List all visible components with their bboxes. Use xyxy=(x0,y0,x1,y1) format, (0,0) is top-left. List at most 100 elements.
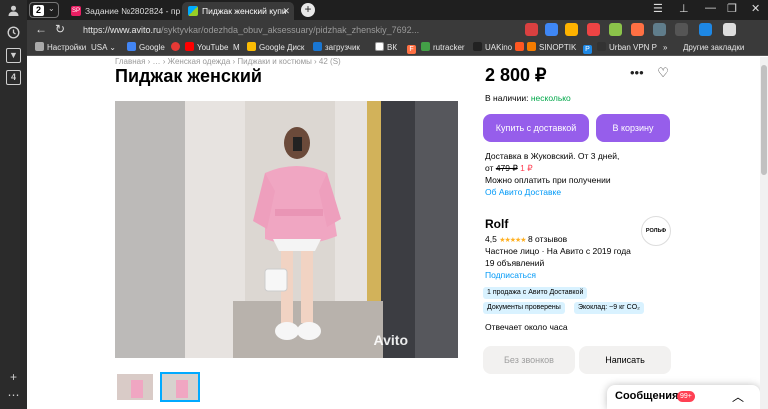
address-bar[interactable]: https://www.avito.ru/syktyvkar/odezhda_o… xyxy=(83,22,513,38)
history-icon[interactable] xyxy=(6,26,21,41)
bookmark-urban-vpn[interactable]: Urban VPN P xyxy=(597,42,657,54)
add-to-cart-button[interactable]: В корзину xyxy=(596,114,670,142)
extension-icon[interactable] xyxy=(587,23,600,36)
favorite-heart-icon[interactable]: ♡ xyxy=(657,65,669,80)
scrollbar-thumb[interactable] xyxy=(761,65,767,175)
bookmark-youtube[interactable]: YouTube xyxy=(185,42,228,54)
breadcrumb[interactable]: Главная › … › Женская одежда › Пиджаки и… xyxy=(115,57,341,66)
close-tab-icon[interactable]: ✕ xyxy=(282,2,290,20)
gear-icon xyxy=(35,42,44,51)
tab-avito[interactable]: Пиджак женский купи ✕ xyxy=(182,2,294,20)
seller-chip: Документы проверены xyxy=(483,302,565,314)
reviews-link[interactable]: 8 отзывов xyxy=(528,234,567,244)
bookmark-p[interactable]: P xyxy=(583,42,595,54)
drive-icon xyxy=(247,42,256,51)
extension-icon[interactable] xyxy=(675,23,688,36)
bookmark-f[interactable]: F xyxy=(407,42,419,54)
url-path: /syktyvkar/odezhda_obuv_aksessuary/pidzh… xyxy=(161,25,420,35)
more-options-icon[interactable]: ••• xyxy=(630,65,644,80)
chevron-down-icon: ⌄ xyxy=(48,4,55,13)
sp-favicon-icon: SP xyxy=(71,6,81,16)
tab-title: Задание №2802824 - про xyxy=(85,6,180,16)
bookmark-vk[interactable]: ВК xyxy=(375,42,397,54)
download-icon[interactable] xyxy=(699,23,712,36)
bookmark-uakino[interactable]: UAKino xyxy=(473,42,512,54)
delivery-old-price: 479 ₽ xyxy=(495,163,518,173)
bookmark-label: SINOPTIK xyxy=(539,43,577,52)
bookmark-sinoptik[interactable]: SINOPTIK xyxy=(527,42,576,54)
pin-icon[interactable]: ⊥ xyxy=(679,2,689,15)
delivery-price: от 479 ₽ 1 ₽ xyxy=(485,163,533,174)
seller-logo[interactable]: РОЛЬФ xyxy=(641,216,671,246)
bookmark-label: загрузчик xyxy=(325,43,360,52)
bookmark-unnamed[interactable] xyxy=(515,42,527,54)
extension-icon[interactable] xyxy=(631,23,644,36)
bookmark-label: Google Диск xyxy=(259,43,305,52)
profile-icon[interactable] xyxy=(6,4,21,19)
listing-actions: ••• ♡ xyxy=(630,65,669,81)
bookmark-label: ВК xyxy=(387,43,397,52)
vk-icon xyxy=(375,42,384,51)
youtube-icon xyxy=(185,42,194,51)
extension-icon[interactable] xyxy=(609,23,622,36)
other-bookmarks-label: Другие закладки xyxy=(683,43,745,52)
bookmark-b[interactable] xyxy=(171,42,183,54)
browser-side-rail: ▼ 4 + ⋯ xyxy=(0,0,27,409)
more-icon[interactable]: ⋯ xyxy=(6,388,21,403)
extension-icon[interactable] xyxy=(565,23,578,36)
other-bookmarks[interactable]: Другие закладки xyxy=(683,42,744,54)
extension-icon[interactable] xyxy=(653,23,666,36)
messages-panel[interactable]: Сообщения 99+ ︿ xyxy=(607,385,760,409)
rating-stars-icon: ★★★★★ xyxy=(499,237,526,244)
avito-listing-page: Главная › … › Женская одежда › Пиджаки и… xyxy=(27,57,760,409)
seller-rating: 4,5 ★★★★★ 8 отзывов xyxy=(485,234,567,244)
subscribe-link[interactable]: Подписаться xyxy=(485,270,536,280)
photo-thumbnail-selected[interactable] xyxy=(160,372,200,402)
listing-main-photo[interactable]: Avito xyxy=(115,101,458,358)
bookmark-more[interactable]: » xyxy=(663,42,667,54)
delivery-from: от xyxy=(485,163,494,173)
chevron-up-icon[interactable]: ︿ xyxy=(732,388,744,405)
bookmark-usa[interactable]: USA ⌄ xyxy=(91,42,116,54)
google-icon xyxy=(127,42,136,51)
seller-ads-count[interactable]: 19 объявлений xyxy=(485,258,544,268)
about-delivery-link[interactable]: Об Авито Доставке xyxy=(485,187,561,197)
tab-counter[interactable]: 2 ⌄ xyxy=(29,2,59,18)
delivery-new-price: 1 ₽ xyxy=(520,163,533,173)
tab-stack-icon[interactable]: 4 xyxy=(6,70,21,85)
no-calls-button[interactable]: Без звонков xyxy=(483,346,575,374)
extension-icon[interactable] xyxy=(525,23,538,36)
back-icon[interactable]: ← xyxy=(35,22,47,36)
buy-with-delivery-button[interactable]: Купить с доставкой xyxy=(483,114,589,142)
reload-icon[interactable]: ↻ xyxy=(55,22,65,36)
messages-label: Сообщения xyxy=(615,390,679,402)
sinoptik-icon xyxy=(527,42,536,51)
bookmark-google-drive[interactable]: Google Диск xyxy=(247,42,304,54)
bookmark-label: UAKino xyxy=(485,43,513,52)
extension-icon[interactable] xyxy=(545,23,558,36)
downloads-icon[interactable]: ▼ xyxy=(6,48,21,63)
tab-task[interactable]: SP Задание №2802824 - про xyxy=(65,2,180,20)
maximize-icon[interactable]: ❐ xyxy=(727,2,737,15)
page-title: Пиджак женский xyxy=(115,66,262,86)
bookmark-label: Настройки xyxy=(47,43,87,52)
minimize-icon[interactable]: — xyxy=(705,2,716,14)
write-message-button[interactable]: Написать xyxy=(579,346,671,374)
new-tab-button[interactable]: + xyxy=(301,3,315,17)
menu-icon[interactable]: ☰ xyxy=(653,2,663,15)
page-scrollbar[interactable] xyxy=(760,57,768,409)
photo-thumbnail[interactable] xyxy=(115,372,155,402)
pay-on-receipt: Можно оплатить при получении xyxy=(485,175,611,185)
bookmark-google[interactable]: Google xyxy=(127,42,165,54)
bookmark-label: rutracker xyxy=(433,43,465,52)
bookmark-loader[interactable]: загрузчик xyxy=(313,42,360,54)
seller-chip: 1 продажа с Авито Доставкой xyxy=(483,287,588,299)
close-window-icon[interactable]: ✕ xyxy=(751,2,760,15)
bookmark-rutracker[interactable]: rutracker xyxy=(421,42,465,54)
loader-icon xyxy=(313,42,322,51)
bookmark-gmail[interactable]: M xyxy=(233,42,240,54)
profile-avatar-icon[interactable] xyxy=(723,23,736,36)
seller-name[interactable]: Rolf xyxy=(485,217,508,231)
add-panel-icon[interactable]: + xyxy=(6,370,21,385)
bookmark-settings[interactable]: Настройки xyxy=(35,42,86,54)
